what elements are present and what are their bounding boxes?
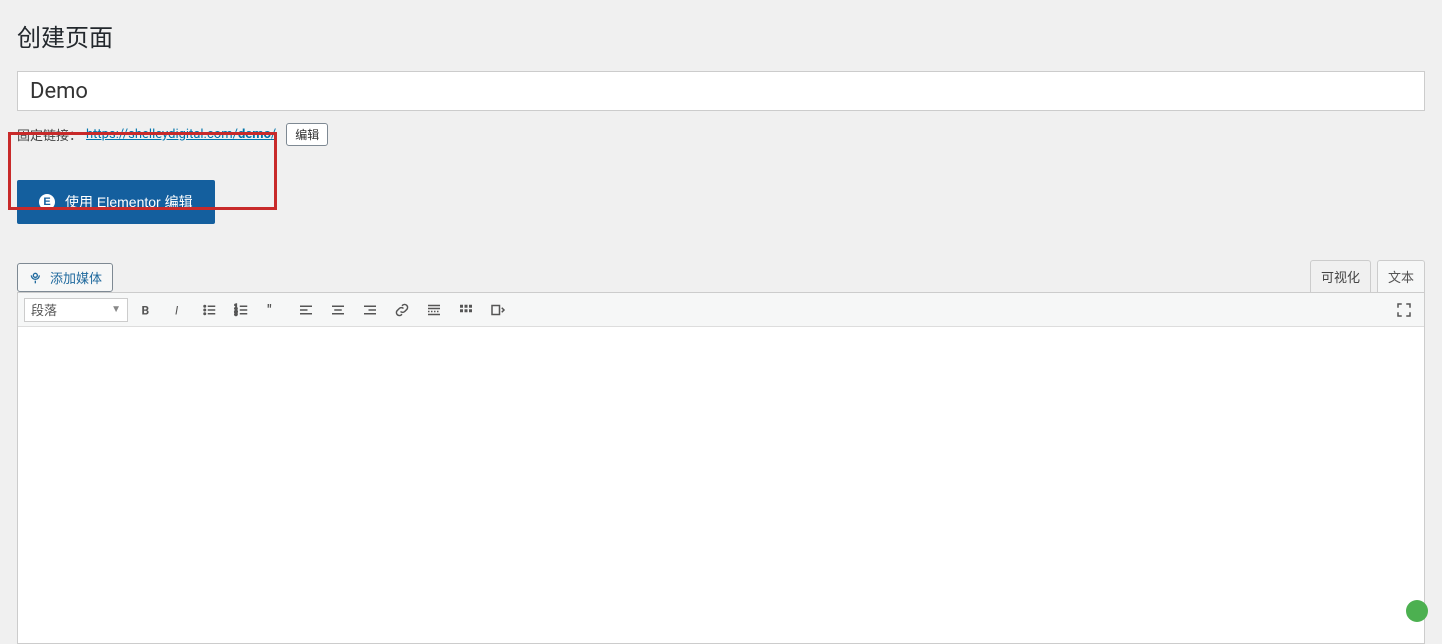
tab-visual[interactable]: 可视化 [1310, 260, 1371, 292]
add-media-label: 添加媒体 [50, 268, 102, 287]
elementor-edit-button[interactable]: E 使用 Elementor 编辑 [17, 180, 215, 224]
align-left-button[interactable] [292, 296, 320, 324]
paragraph-select[interactable]: 段落 ▼ [24, 298, 128, 322]
permalink-slug: demo [238, 127, 271, 142]
editor-tabs: 可视化 文本 [1310, 260, 1425, 292]
tab-text[interactable]: 文本 [1377, 260, 1425, 292]
editor-content-area[interactable] [18, 327, 1424, 643]
permalink-label: 固定链接： [17, 125, 82, 144]
permalink-row: 固定链接： https://shelleydigital.com/demo/ 编… [17, 123, 1425, 146]
permalink-edit-button[interactable]: 编辑 [286, 123, 328, 146]
align-right-button[interactable] [356, 296, 384, 324]
svg-text:": " [267, 302, 271, 318]
fullscreen-button[interactable] [1390, 296, 1418, 324]
page-title: 创建页面 [0, 0, 1442, 71]
page-title-input[interactable] [17, 71, 1425, 111]
elementor-label: 使用 Elementor 编辑 [65, 192, 193, 212]
status-indicator-icon [1406, 600, 1428, 622]
unordered-list-button[interactable] [196, 296, 224, 324]
editor-box: 段落 ▼ B I 123 " [17, 292, 1425, 644]
svg-text:B: B [142, 303, 150, 317]
svg-text:I: I [175, 303, 179, 317]
permalink-suffix: / [271, 127, 276, 142]
permalink-prefix: https://shelleydigital.com/ [86, 127, 238, 142]
distraction-free-button[interactable] [484, 296, 512, 324]
align-center-button[interactable] [324, 296, 352, 324]
blockquote-button[interactable]: " [260, 296, 288, 324]
add-media-button[interactable]: 添加媒体 [17, 263, 113, 292]
toolbar-toggle-button[interactable] [452, 296, 480, 324]
media-icon [28, 270, 44, 286]
readmore-button[interactable] [420, 296, 448, 324]
ordered-list-button[interactable]: 123 [228, 296, 256, 324]
elementor-icon: E [39, 194, 55, 210]
link-button[interactable] [388, 296, 416, 324]
bold-button[interactable]: B [132, 296, 160, 324]
media-row: 添加媒体 可视化 文本 [17, 260, 1425, 292]
paragraph-label: 段落 [31, 300, 57, 319]
italic-button[interactable]: I [164, 296, 192, 324]
svg-text:3: 3 [235, 311, 238, 317]
permalink-link[interactable]: https://shelleydigital.com/demo/ [86, 127, 276, 142]
editor-toolbar: 段落 ▼ B I 123 " [18, 293, 1424, 327]
dropdown-arrow-icon: ▼ [111, 304, 121, 315]
